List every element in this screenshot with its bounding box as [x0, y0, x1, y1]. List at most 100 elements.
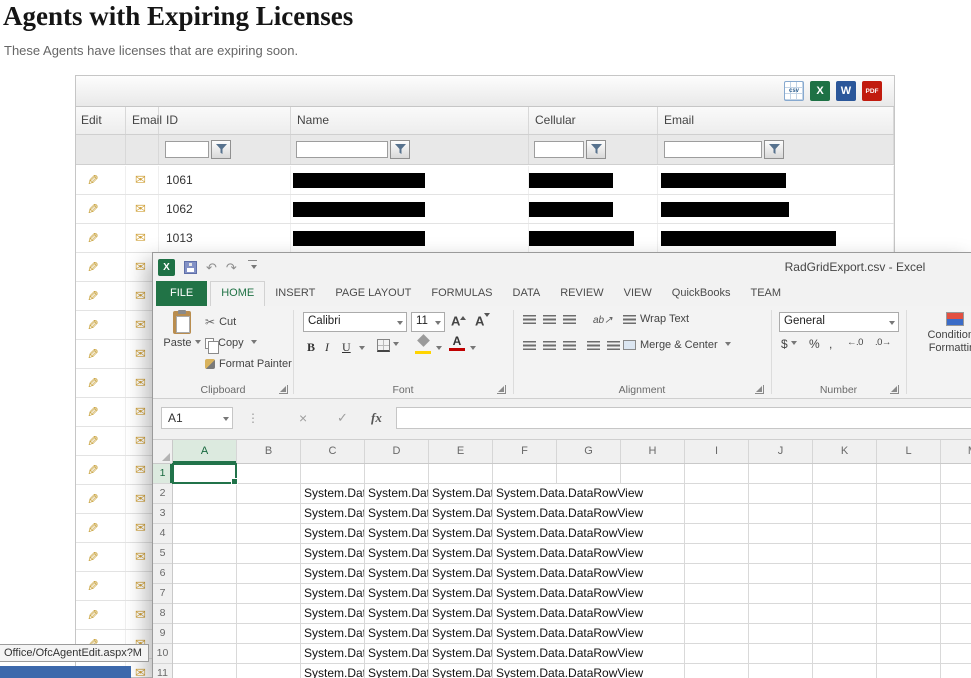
cell-c6[interactable]: System.Data.DataRowView	[301, 564, 364, 583]
cell-f4[interactable]: System.Data.DataRowView	[493, 524, 665, 543]
cell-f3[interactable]: System.Data.DataRowView	[493, 504, 665, 523]
ribbon-tab-team[interactable]: TEAM	[740, 281, 791, 306]
send-email-icon[interactable]: ✉	[135, 607, 146, 623]
edit-pencil-icon[interactable]: ✎	[87, 404, 99, 421]
enter-button[interactable]: ✓	[337, 410, 348, 426]
email-filter-input[interactable]	[664, 141, 762, 158]
cell-c3[interactable]: System.Data.DataRowView	[301, 504, 364, 523]
align-center-button[interactable]	[543, 341, 556, 353]
edit-pencil-icon[interactable]: ✎	[87, 201, 99, 218]
ribbon-tab-quickbooks[interactable]: QuickBooks	[662, 281, 741, 306]
cell-e11[interactable]: System.Data.DataRowView	[429, 664, 492, 678]
edit-pencil-icon[interactable]: ✎	[87, 317, 99, 334]
row-header-4[interactable]: 4	[153, 524, 172, 544]
ribbon-tab-view[interactable]: VIEW	[614, 281, 662, 306]
edit-pencil-icon[interactable]: ✎	[87, 375, 99, 392]
send-email-icon[interactable]: ✉	[135, 230, 146, 246]
column-header-k[interactable]: K	[813, 440, 877, 463]
wrap-text-button[interactable]: Wrap Text	[623, 313, 689, 325]
export-csv-button[interactable]: csv	[784, 81, 804, 101]
italic-button[interactable]: I	[325, 338, 329, 356]
cell-e2[interactable]: System.Data.DataRowView	[429, 484, 492, 503]
send-email-icon[interactable]: ✉	[135, 201, 146, 217]
row-header-11[interactable]: 11	[153, 664, 172, 678]
cell-e8[interactable]: System.Data.DataRowView	[429, 604, 492, 623]
edit-pencil-icon[interactable]: ✎	[87, 172, 99, 189]
font-color-button[interactable]: A	[449, 335, 465, 351]
bottom-align-button[interactable]	[563, 315, 576, 327]
align-right-button[interactable]	[563, 341, 576, 353]
cell-c11[interactable]: System.Data.DataRowView	[301, 664, 364, 678]
cell-c4[interactable]: System.Data.DataRowView	[301, 524, 364, 543]
edit-pencil-icon[interactable]: ✎	[87, 549, 99, 566]
cell-f5[interactable]: System.Data.DataRowView	[493, 544, 665, 563]
column-header-m[interactable]: M	[941, 440, 971, 463]
name-filter-button[interactable]	[390, 140, 410, 159]
cut-button[interactable]: ✂ Cut	[205, 312, 236, 332]
column-header-j[interactable]: J	[749, 440, 813, 463]
cancel-button[interactable]: ×	[299, 410, 307, 426]
increase-font-button[interactable]: A	[451, 313, 467, 328]
export-pdf-button[interactable]: PDF	[862, 81, 882, 101]
font-name-select[interactable]: Calibri	[303, 312, 407, 332]
row-header-2[interactable]: 2	[153, 484, 172, 504]
number-dialog-launcher[interactable]	[890, 385, 899, 394]
orientation-button[interactable]: ab↗	[593, 315, 613, 326]
send-email-icon[interactable]: ✉	[135, 172, 146, 188]
middle-align-button[interactable]	[543, 315, 556, 327]
cellular-filter-input[interactable]	[534, 141, 584, 158]
cell-f9[interactable]: System.Data.DataRowView	[493, 624, 665, 643]
cell-e5[interactable]: System.Data.DataRowView	[429, 544, 492, 563]
bold-button[interactable]: B	[307, 338, 315, 356]
cell-f10[interactable]: System.Data.DataRowView	[493, 644, 665, 663]
edit-pencil-icon[interactable]: ✎	[87, 346, 99, 363]
underline-button[interactable]: U	[342, 338, 351, 356]
cell-e6[interactable]: System.Data.DataRowView	[429, 564, 492, 583]
cell-f11[interactable]: System.Data.DataRowView	[493, 664, 665, 678]
cell-c10[interactable]: System.Data.DataRowView	[301, 644, 364, 663]
cell-d8[interactable]: System.Data.DataRowView	[365, 604, 428, 623]
ribbon-tab-formulas[interactable]: FORMULAS	[421, 281, 502, 306]
cell-d5[interactable]: System.Data.DataRowView	[365, 544, 428, 563]
send-email-icon[interactable]: ✉	[135, 375, 146, 391]
export-excel-button[interactable]: X	[810, 81, 830, 101]
format-painter-button[interactable]: Format Painter	[205, 354, 292, 374]
edit-pencil-icon[interactable]: ✎	[87, 230, 99, 247]
currency-button[interactable]: $	[781, 337, 797, 351]
decrease-font-button[interactable]: A	[475, 313, 491, 328]
ribbon-tab-data[interactable]: DATA	[503, 281, 551, 306]
cell-c7[interactable]: System.Data.DataRowView	[301, 584, 364, 603]
decrease-decimal-button[interactable]: .0→	[875, 337, 891, 348]
send-email-icon[interactable]: ✉	[135, 317, 146, 333]
cell-e10[interactable]: System.Data.DataRowView	[429, 644, 492, 663]
formula-input[interactable]	[396, 407, 971, 429]
alignment-dialog-launcher[interactable]	[755, 385, 764, 394]
send-email-icon[interactable]: ✉	[135, 549, 146, 565]
row-header-9[interactable]: 9	[153, 624, 172, 644]
increase-indent-button[interactable]	[607, 341, 620, 353]
row-header-8[interactable]: 8	[153, 604, 172, 624]
send-email-icon[interactable]: ✉	[135, 288, 146, 304]
edit-pencil-icon[interactable]: ✎	[87, 578, 99, 595]
clipboard-dialog-launcher[interactable]	[279, 385, 288, 394]
name-filter-input[interactable]	[296, 141, 388, 158]
ribbon-tab-home[interactable]: HOME	[210, 281, 266, 306]
column-header-g[interactable]: G	[557, 440, 621, 463]
export-word-button[interactable]: W	[836, 81, 856, 101]
fill-color-dropdown[interactable]	[436, 346, 442, 353]
font-size-select[interactable]: 11	[411, 312, 445, 332]
increase-decimal-button[interactable]: ←.0	[847, 337, 863, 348]
cell-e4[interactable]: System.Data.DataRowView	[429, 524, 492, 543]
font-dialog-launcher[interactable]	[497, 385, 506, 394]
edit-pencil-icon[interactable]: ✎	[87, 491, 99, 508]
row-header-3[interactable]: 3	[153, 504, 172, 524]
paste-button[interactable]: Paste	[161, 310, 203, 373]
percent-button[interactable]: %	[809, 337, 820, 351]
customize-qat-dropdown[interactable]	[247, 260, 257, 274]
edit-pencil-icon[interactable]: ✎	[87, 433, 99, 450]
cell-e3[interactable]: System.Data.DataRowView	[429, 504, 492, 523]
cell-e7[interactable]: System.Data.DataRowView	[429, 584, 492, 603]
cell-e9[interactable]: System.Data.DataRowView	[429, 624, 492, 643]
column-header-b[interactable]: B	[237, 440, 301, 463]
cell-d11[interactable]: System.Data.DataRowView	[365, 664, 428, 678]
